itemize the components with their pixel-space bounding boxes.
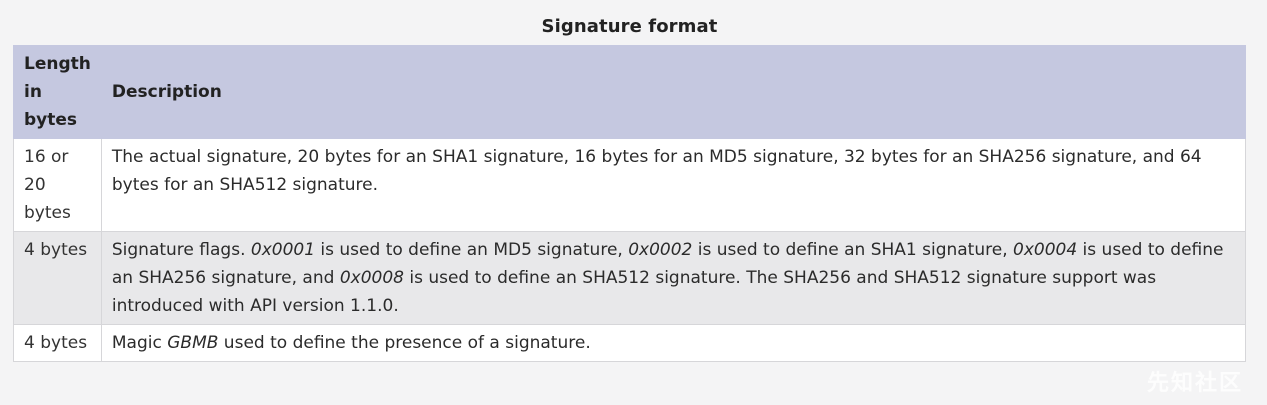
table-row: 16 or 20 bytes The actual signature, 20 … xyxy=(13,138,1247,232)
header-description: Description xyxy=(100,45,1247,139)
watermark-logo: 先知社区 xyxy=(1146,371,1243,396)
cell-length: 16 or 20 bytes xyxy=(13,138,102,232)
table-row: 4 bytes Signature flags. 0x0001 is used … xyxy=(13,231,1247,325)
header-row: Length in bytes Description xyxy=(13,45,1247,139)
code-value: 0x0002 xyxy=(628,240,693,260)
cell-description: The actual signature, 20 bytes for an SH… xyxy=(100,138,1247,232)
cell-length: 4 bytes xyxy=(13,324,102,362)
table-header: Length in bytes Description xyxy=(13,45,1247,139)
table-row: 4 bytes Magic GBMB used to define the pr… xyxy=(13,324,1247,362)
code-value: 0x0004 xyxy=(1013,240,1078,260)
table-body: 16 or 20 bytes The actual signature, 20 … xyxy=(13,138,1247,362)
code-value: 0x0008 xyxy=(339,268,404,288)
header-length: Length in bytes xyxy=(13,45,102,139)
cell-length: 4 bytes xyxy=(13,231,102,325)
signature-format-table: Length in bytes Description 16 or 20 byt… xyxy=(13,45,1247,362)
code-value: 0x0001 xyxy=(250,240,316,260)
table-caption: Signature format xyxy=(541,16,718,37)
cell-description: Signature flags. 0x0001 is used to defin… xyxy=(100,231,1247,325)
code-value: GBMB xyxy=(167,333,219,353)
cell-description: Magic GBMB used to define the presence o… xyxy=(100,324,1247,362)
